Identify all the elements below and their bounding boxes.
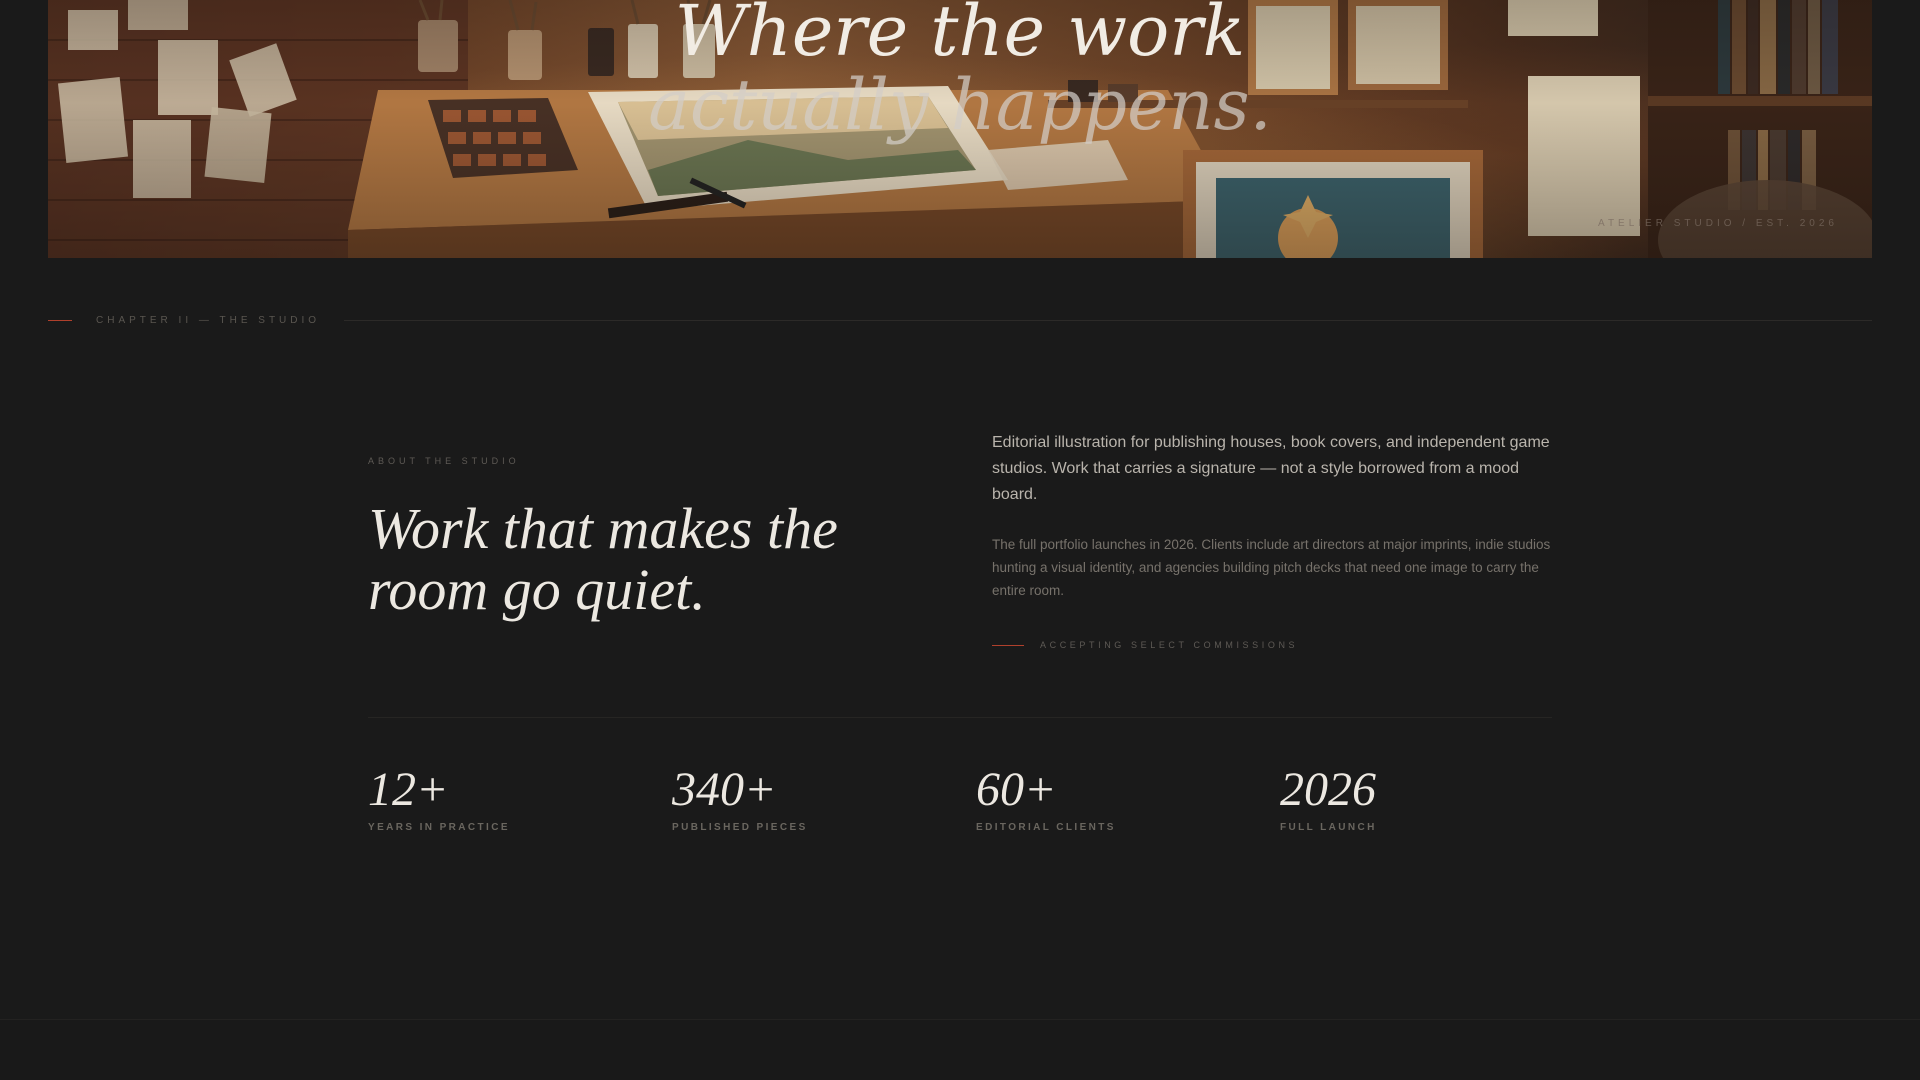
chapter-label: CHAPTER II — THE STUDIO	[96, 314, 321, 326]
stat-clients: 60+ EDITORIAL CLIENTS	[976, 762, 1280, 833]
commission-label: ACCEPTING SELECT COMMISSIONS	[1040, 640, 1299, 650]
stat-value: 2026	[1280, 763, 1376, 816]
stat-value: 60+	[976, 763, 1057, 816]
stat-label: EDITORIAL CLIENTS	[976, 822, 1116, 833]
commission-accent-line	[992, 644, 1024, 646]
stat-label: PUBLISHED PIECES	[672, 822, 808, 833]
about-body-paragraph: The full portfolio launches in 2026. Cli…	[992, 537, 1551, 598]
hero-caption: ATELIER STUDIO / EST. 2026	[1598, 218, 1838, 229]
stat-launch: 2026 FULL LAUNCH	[1280, 762, 1584, 833]
chapter-divider-line	[344, 319, 1872, 321]
about-eyebrow: ABOUT THE STUDIO	[368, 456, 520, 466]
about-headline: Work that makes the room go quiet.	[368, 496, 838, 622]
hero-title-line-2: actually happens.	[648, 64, 1272, 146]
stat-label: FULL LAUNCH	[1280, 822, 1377, 833]
commission-status: ACCEPTING SELECT COMMISSIONS	[992, 640, 1298, 650]
stats-row: 12+ YEARS IN PRACTICE 340+ PUBLISHED PIE…	[368, 762, 1584, 833]
stat-value: 12+	[368, 763, 449, 816]
stat-years: 12+ YEARS IN PRACTICE	[368, 762, 672, 833]
stat-value: 340+	[672, 763, 777, 816]
hero-title-line-1: Where the work	[674, 0, 1246, 72]
about-lead-paragraph: Editorial illustration for publishing ho…	[992, 434, 1550, 503]
hero-title: Where the work actually happens.	[48, 0, 1872, 142]
section-divider	[368, 717, 1552, 718]
stat-pieces: 340+ PUBLISHED PIECES	[672, 762, 976, 833]
chapter-rule: CHAPTER II — THE STUDIO	[48, 312, 1872, 328]
stat-label: YEARS IN PRACTICE	[368, 822, 510, 833]
chapter-accent-line	[48, 319, 72, 321]
hero-banner: Where the work actually happens. ATELIER…	[48, 0, 1872, 258]
footer	[0, 1020, 1920, 1080]
